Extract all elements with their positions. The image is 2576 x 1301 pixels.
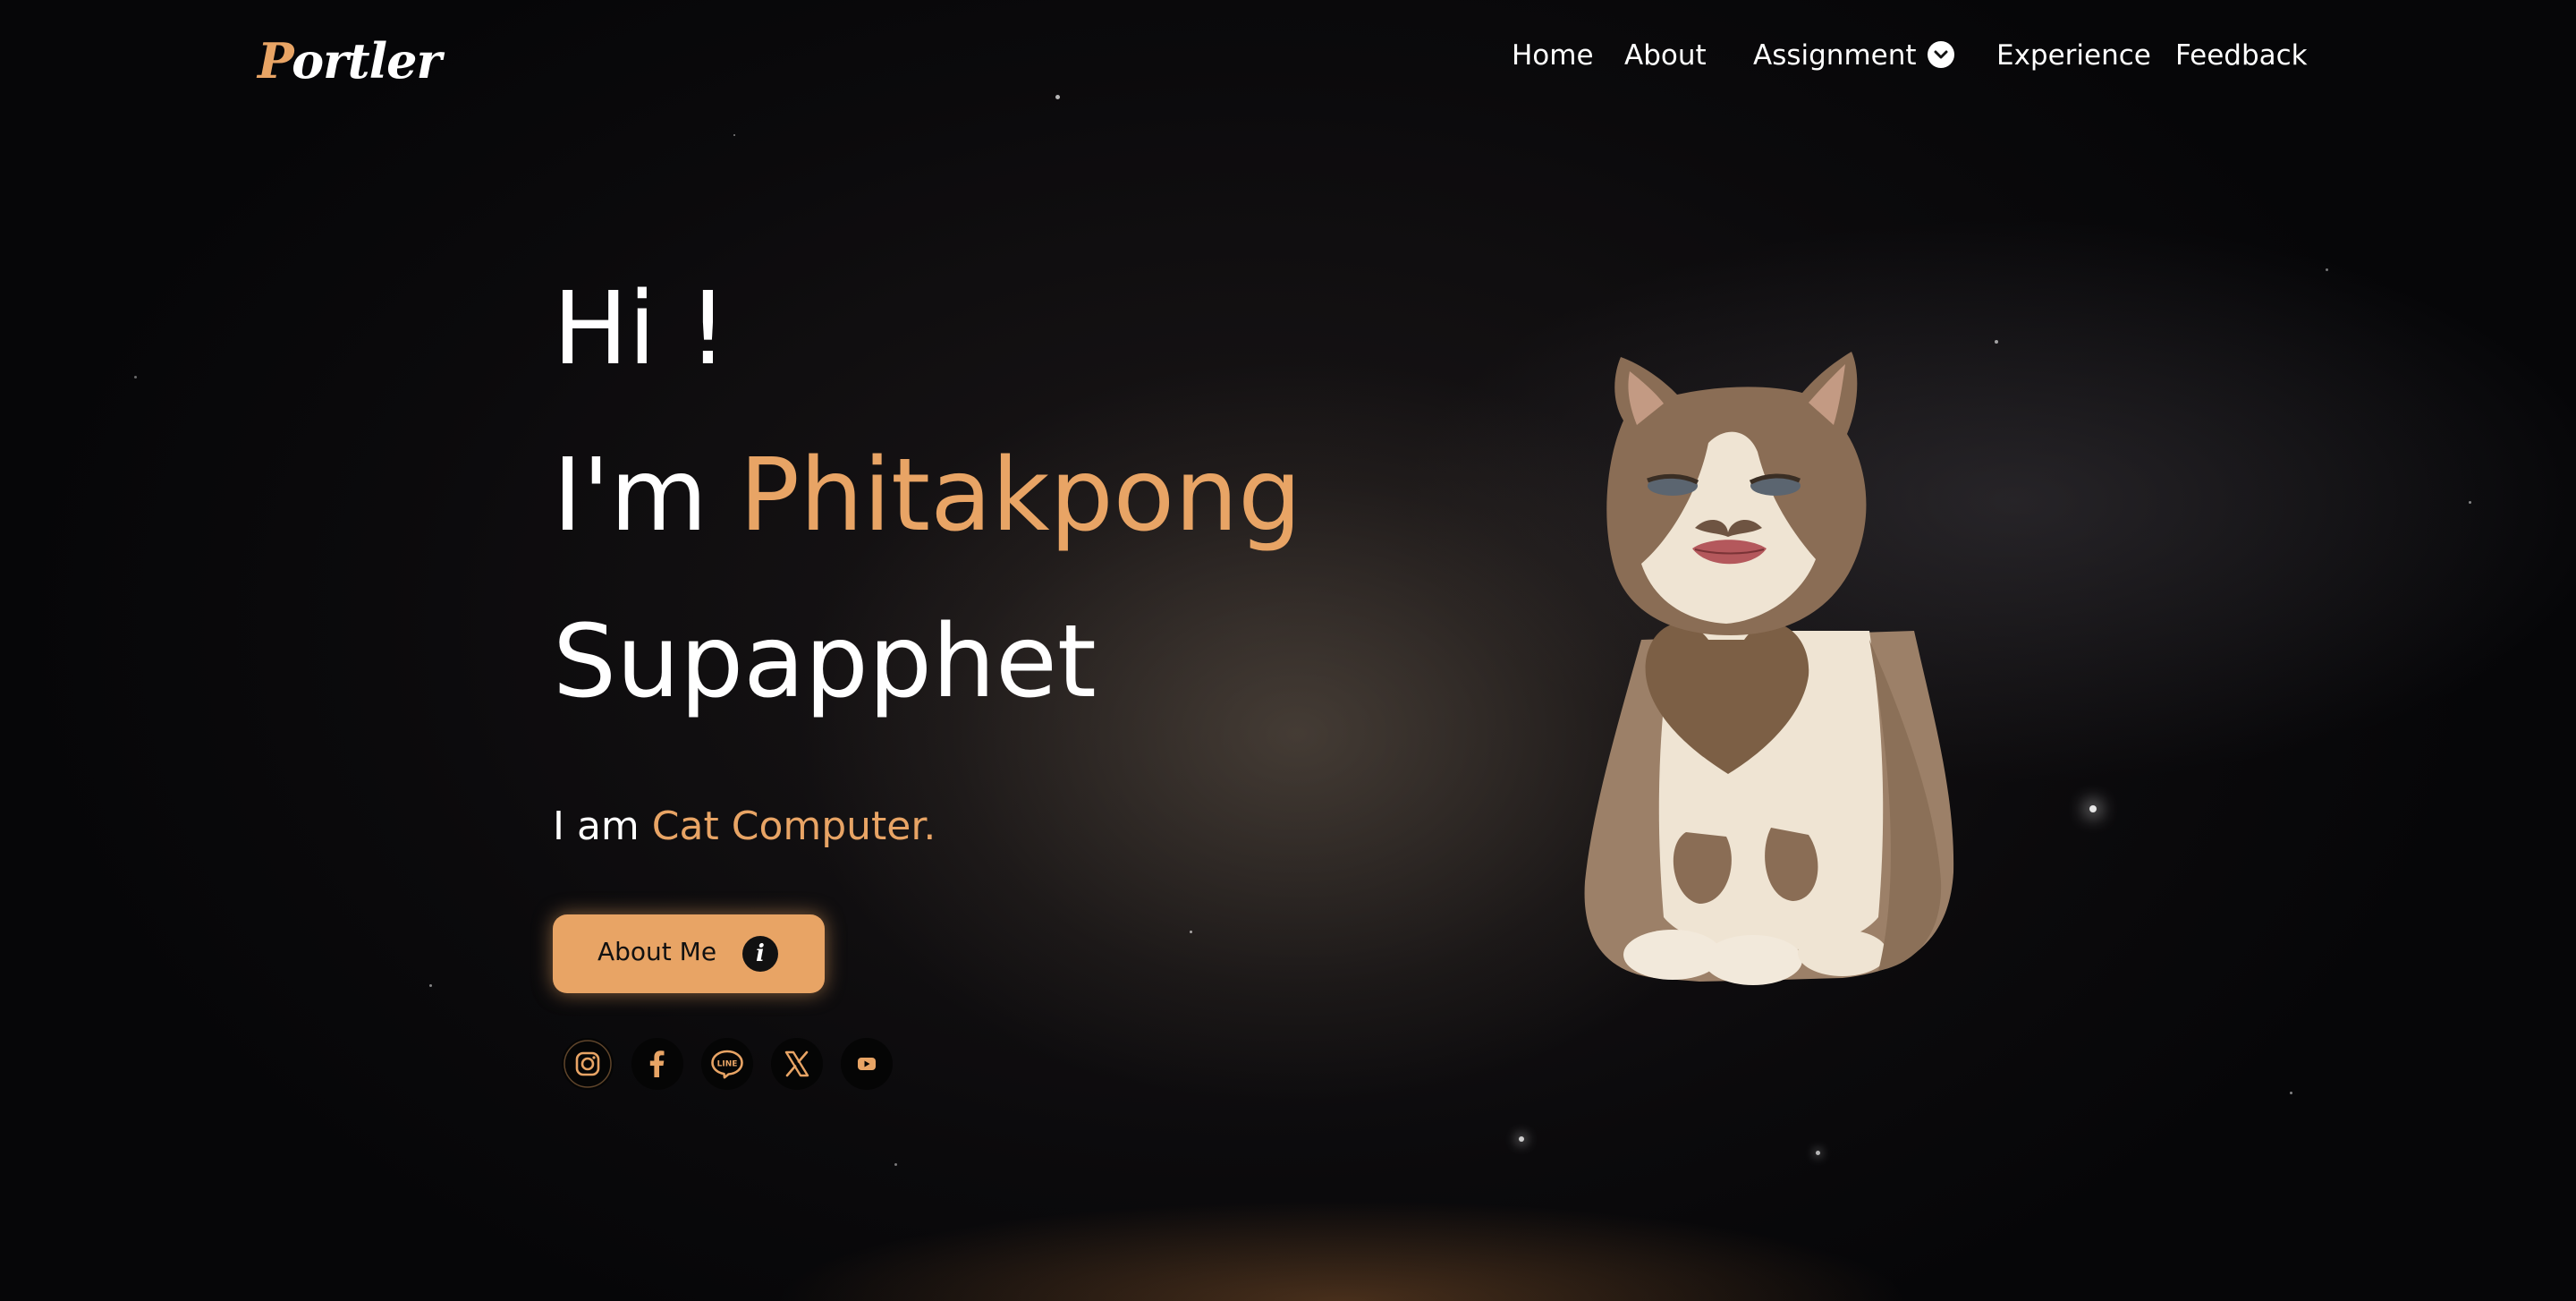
tagline-prefix: I am: [553, 804, 640, 849]
nav-links: Home About Assignment Experience Feedbac…: [0, 39, 2576, 84]
cat-image: [1584, 352, 1954, 985]
hero-first-name: Phitakpong: [739, 438, 1302, 554]
nav-assignment-dropdown[interactable]: Assignment: [1753, 39, 1954, 72]
tagline-accent: Cat Computer.: [651, 804, 936, 849]
nav-experience-link[interactable]: Experience: [1996, 39, 2151, 72]
line-icon-text: LINE: [717, 1060, 738, 1069]
chevron-down-icon: [1927, 40, 1954, 68]
nav-feedback-link[interactable]: Feedback: [2175, 39, 2308, 72]
starfield: [0, 0, 2576, 1301]
instagram-icon[interactable]: [562, 1038, 614, 1090]
youtube-icon[interactable]: [841, 1038, 893, 1090]
nav-about-link[interactable]: About: [1624, 39, 1707, 72]
facebook-icon[interactable]: [631, 1038, 683, 1090]
hero-last-name: Supapphet: [553, 604, 1097, 720]
about-me-button[interactable]: About Me i: [553, 914, 825, 993]
hero-intro: I'm Phitakpong: [553, 446, 1301, 546]
navbar: Portler Home About Assignment Experience…: [0, 0, 2576, 121]
page: Portler Home About Assignment Experience…: [0, 0, 2576, 1301]
hero-tagline: I am Cat Computer.: [553, 804, 936, 849]
x-icon[interactable]: [771, 1038, 823, 1090]
nav-assignment-label: Assignment: [1753, 39, 1917, 72]
nav-home-link[interactable]: Home: [1512, 39, 1594, 72]
hero-intro-prefix: I'm: [553, 438, 708, 554]
about-me-label: About Me: [597, 937, 717, 966]
info-icon: i: [742, 936, 778, 972]
hero-greeting: Hi !: [553, 271, 728, 387]
line-icon[interactable]: LINE: [701, 1038, 753, 1090]
